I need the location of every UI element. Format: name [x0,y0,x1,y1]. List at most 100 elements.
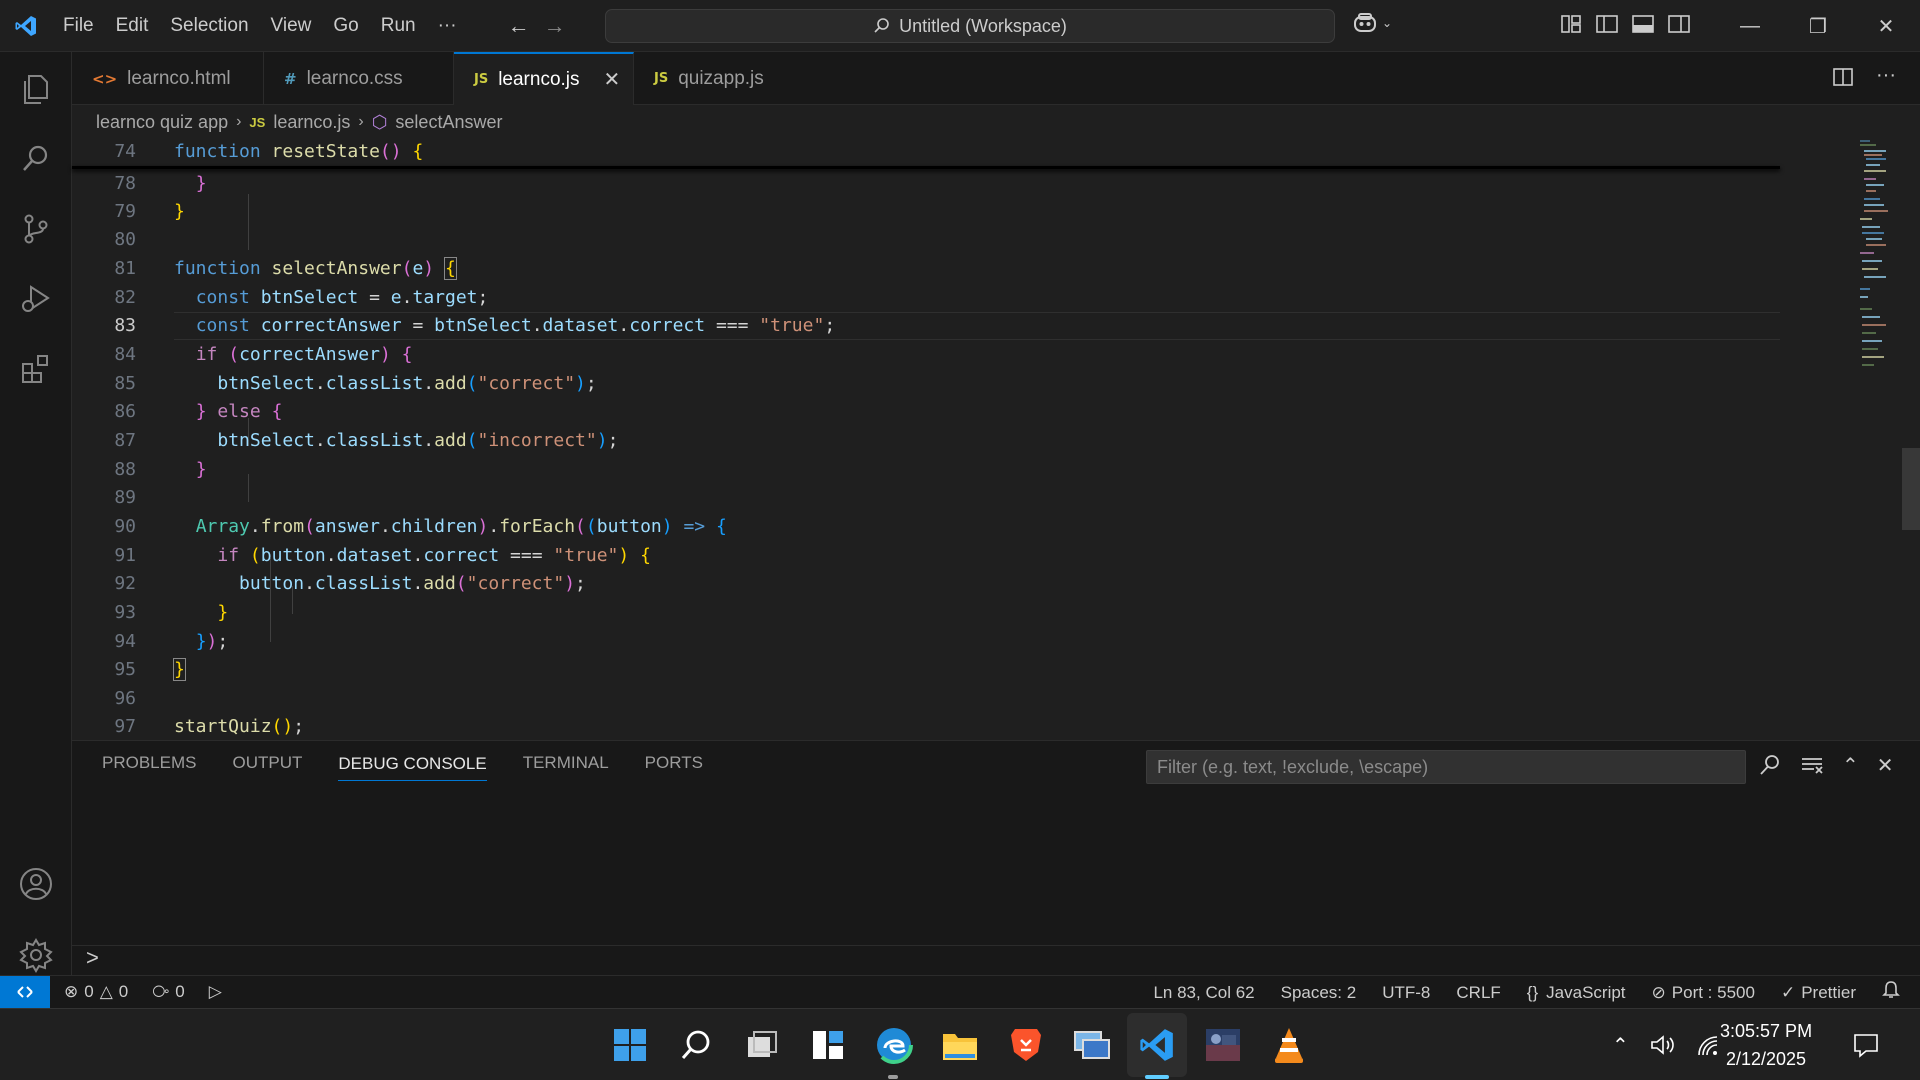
extensions-icon[interactable] [0,334,72,404]
line-number: 83 [114,315,136,336]
split-editor-icon[interactable] [1832,66,1854,88]
edge-icon[interactable] [870,1021,918,1069]
brave-icon[interactable] [1002,1021,1050,1069]
line-number: 88 [114,459,136,480]
run-and-debug-icon[interactable] [0,264,72,334]
line-number: 85 [114,373,136,394]
search-icon[interactable] [0,124,72,194]
menu-more[interactable]: ··· [427,10,468,42]
tab-learnco-html[interactable]: <> learnco.html [72,52,264,105]
menu-file[interactable]: File [52,10,105,42]
line-number: 93 [114,602,136,623]
panel-tab-problems[interactable]: PROBLEMS [102,753,196,773]
remote-indicator-icon[interactable] [0,975,50,1009]
forwarded-ports-indicator[interactable]: ⧂ 0 [152,982,184,1002]
breadcrumb-symbol[interactable]: selectAnswer [395,112,502,133]
notifications-bell-icon[interactable] [1882,980,1900,1005]
panel-tab-debug-console[interactable]: DEBUG CONSOLE [338,754,487,781]
warning-icon: △ [99,982,113,1001]
volume-icon[interactable] [1649,1033,1675,1057]
clock-time: 3:05:57 PM [1720,1021,1813,1041]
menu-selection[interactable]: Selection [159,10,259,42]
panel-tab-terminal[interactable]: TERMINAL [523,753,609,773]
vscode-icon[interactable] [1133,1021,1181,1069]
vertical-scrollbar[interactable] [1902,448,1920,530]
breadcrumb-file[interactable]: learnco.js [273,112,350,133]
find-icon[interactable] [1758,753,1782,777]
toggle-panel-icon[interactable] [1632,14,1654,34]
line-number: 96 [114,688,136,709]
back-arrow-icon[interactable]: ← [508,13,530,39]
vscode-logo-icon [0,0,52,52]
task-view-icon[interactable] [738,1021,786,1069]
close-panel-icon[interactable]: ✕ [1877,753,1894,778]
minimize-button[interactable]: — [1716,0,1784,52]
photo-app-icon[interactable] [1199,1021,1247,1069]
debug-console-filter-input[interactable]: Filter (e.g. text, !exclude, \escape) [1146,750,1746,784]
console-prompt-chevron[interactable]: > [86,945,99,971]
encoding[interactable]: UTF-8 [1382,983,1430,1003]
end-of-line[interactable]: CRLF [1456,983,1500,1003]
command-center[interactable]: Untitled (Workspace) [605,9,1335,43]
file-explorer-icon[interactable] [936,1021,984,1069]
toggle-primary-sidebar-icon[interactable] [1596,14,1618,34]
activity-bar [0,52,72,975]
close-window-button[interactable]: ✕ [1852,0,1920,52]
menu-view[interactable]: View [260,10,323,42]
line-number: 81 [114,258,136,279]
tab-quizapp-js[interactable]: JS quizapp.js [634,52,778,105]
restore-button[interactable]: ❐ [1784,0,1852,52]
no-entry-icon: ⊘ [1651,982,1666,1002]
start-icon[interactable] [606,1021,654,1069]
vlc-icon[interactable] [1265,1021,1313,1069]
forward-arrow-icon[interactable]: → [544,13,566,39]
indentation[interactable]: Spaces: 2 [1281,983,1357,1003]
wifi-icon[interactable] [1695,1033,1721,1057]
source-control-icon[interactable] [0,194,72,264]
menu-bar: File Edit Selection View Go Run ··· [52,10,468,42]
active-app-indicator [1145,1075,1169,1079]
menu-go[interactable]: Go [322,10,369,42]
more-actions-icon[interactable]: ··· [1876,65,1896,88]
maximize-panel-icon[interactable]: ⌃ [1842,753,1859,778]
breadcrumb-folder[interactable]: learnco quiz app [96,112,228,133]
show-hidden-icons-icon[interactable]: ⌃ [1612,1033,1629,1058]
accounts-icon[interactable] [0,849,72,919]
debug-launch-icon[interactable]: ▷ [209,982,222,1002]
notification-center-icon[interactable] [1852,1032,1880,1058]
close-tab-icon[interactable]: ✕ [604,67,621,92]
problems-indicator[interactable]: ⊗ 0 △ 0 [64,982,128,1002]
clear-console-icon[interactable] [1800,753,1824,777]
network-app-icon[interactable] [1068,1021,1116,1069]
minimap[interactable] [1780,138,1890,398]
console-input-divider [72,945,1920,946]
explorer-icon[interactable] [0,54,72,124]
live-server-port[interactable]: ⊘ Port : 5500 [1652,983,1755,1003]
panel-tab-output[interactable]: OUTPUT [232,753,302,773]
customize-layout-icon[interactable] [1560,14,1582,34]
tab-label: learnco.js [498,68,580,90]
error-count: 0 [84,982,94,1001]
tab-learnco-js[interactable]: JS learnco.js ✕ [454,52,634,105]
code-editor[interactable]: 74 function resetState() { 78 } 79} 80 81… [72,138,1920,740]
windows-taskbar: ⌃ 3:05:57 PM 2/12/2025 [0,1008,1920,1080]
line-number: 82 [114,287,136,308]
line-number: 91 [114,545,136,566]
menu-edit[interactable]: Edit [105,10,160,42]
prettier-status[interactable]: ✓ Prettier [1781,983,1856,1003]
taskbar-clock[interactable]: 3:05:57 PM 2/12/2025 [1720,1017,1812,1073]
menu-run[interactable]: Run [370,10,427,42]
language-mode[interactable]: {} JavaScript [1527,983,1626,1003]
search-icon[interactable] [672,1021,720,1069]
line-number: 92 [114,573,136,594]
line-number: 97 [114,716,136,737]
panel-tab-ports[interactable]: PORTS [645,753,703,773]
toggle-secondary-sidebar-icon[interactable] [1668,14,1690,34]
tab-learnco-css[interactable]: # learnco.css [264,52,454,105]
chevron-down-icon: ⌄ [1382,16,1393,30]
widgets-icon[interactable] [804,1021,852,1069]
js-file-icon: JS [474,72,489,87]
cursor-position[interactable]: Ln 83, Col 62 [1153,983,1254,1003]
copilot-menu-button[interactable]: ⌄ [1352,12,1392,34]
ports-count: 0 [175,982,185,1001]
